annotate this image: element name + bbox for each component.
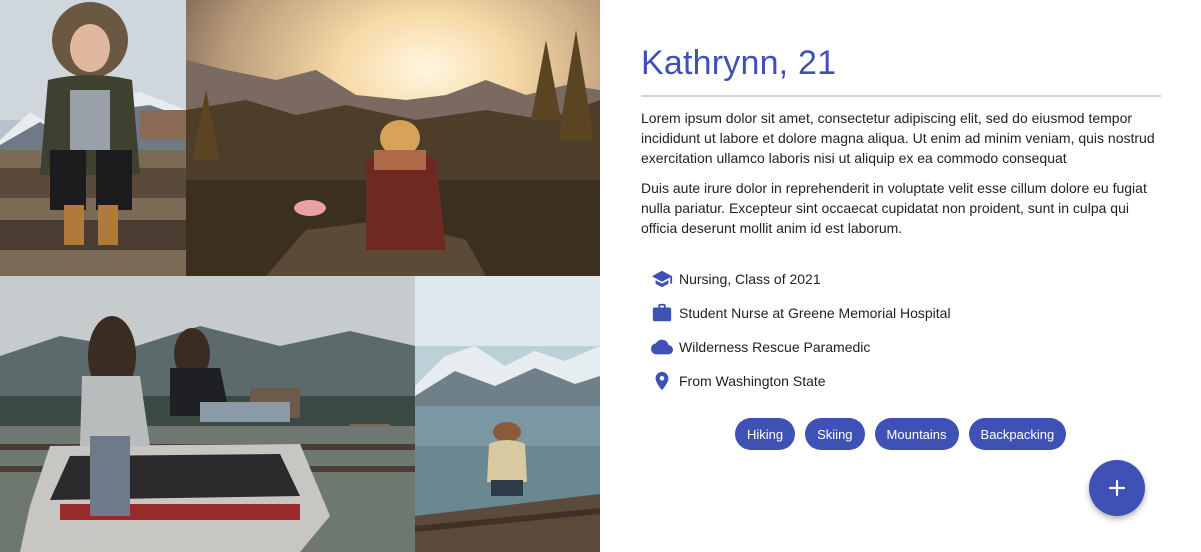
tag-skiing[interactable]: Skiing [805, 418, 865, 450]
fact-text: From Washington State [679, 373, 826, 389]
fact-text: Wilderness Rescue Paramedic [679, 339, 871, 355]
graduation-cap-icon [651, 268, 673, 290]
cloud-icon [651, 336, 673, 358]
interest-tags: Hiking Skiing Mountains Backpacking [735, 418, 1067, 450]
plus-icon [1107, 478, 1127, 498]
fact-text: Student Nurse at Greene Memorial Hospita… [679, 305, 951, 321]
bio-paragraph: Duis aute irure dolor in reprehenderit i… [641, 180, 1147, 236]
fact-activity: Wilderness Rescue Paramedic [651, 330, 870, 364]
tag-backpacking[interactable]: Backpacking [968, 418, 1067, 450]
divider [641, 95, 1161, 97]
tag-mountains[interactable]: Mountains [874, 418, 959, 450]
add-button[interactable] [1089, 460, 1145, 516]
photo-women-on-car[interactable] [0, 276, 415, 552]
fact-text: Nursing, Class of 2021 [679, 271, 821, 287]
profile-panel: Kathrynn, 21 Lorem ipsum dolor sit amet,… [641, 0, 1161, 552]
photo-sunset-mountains[interactable] [186, 0, 600, 276]
photo-woman-in-parka[interactable] [0, 0, 186, 276]
photo-lake-dock[interactable] [415, 276, 600, 552]
fact-education: Nursing, Class of 2021 [651, 262, 821, 296]
fact-location: From Washington State [651, 364, 826, 398]
bio-paragraph: Lorem ipsum dolor sit amet, consectetur … [641, 110, 1155, 166]
photo-collage [0, 0, 600, 552]
profile-name: Kathrynn, 21 [641, 44, 837, 82]
location-pin-icon [651, 370, 673, 392]
tag-hiking[interactable]: Hiking [735, 418, 796, 450]
fact-occupation: Student Nurse at Greene Memorial Hospita… [651, 296, 951, 330]
briefcase-icon [651, 302, 673, 324]
